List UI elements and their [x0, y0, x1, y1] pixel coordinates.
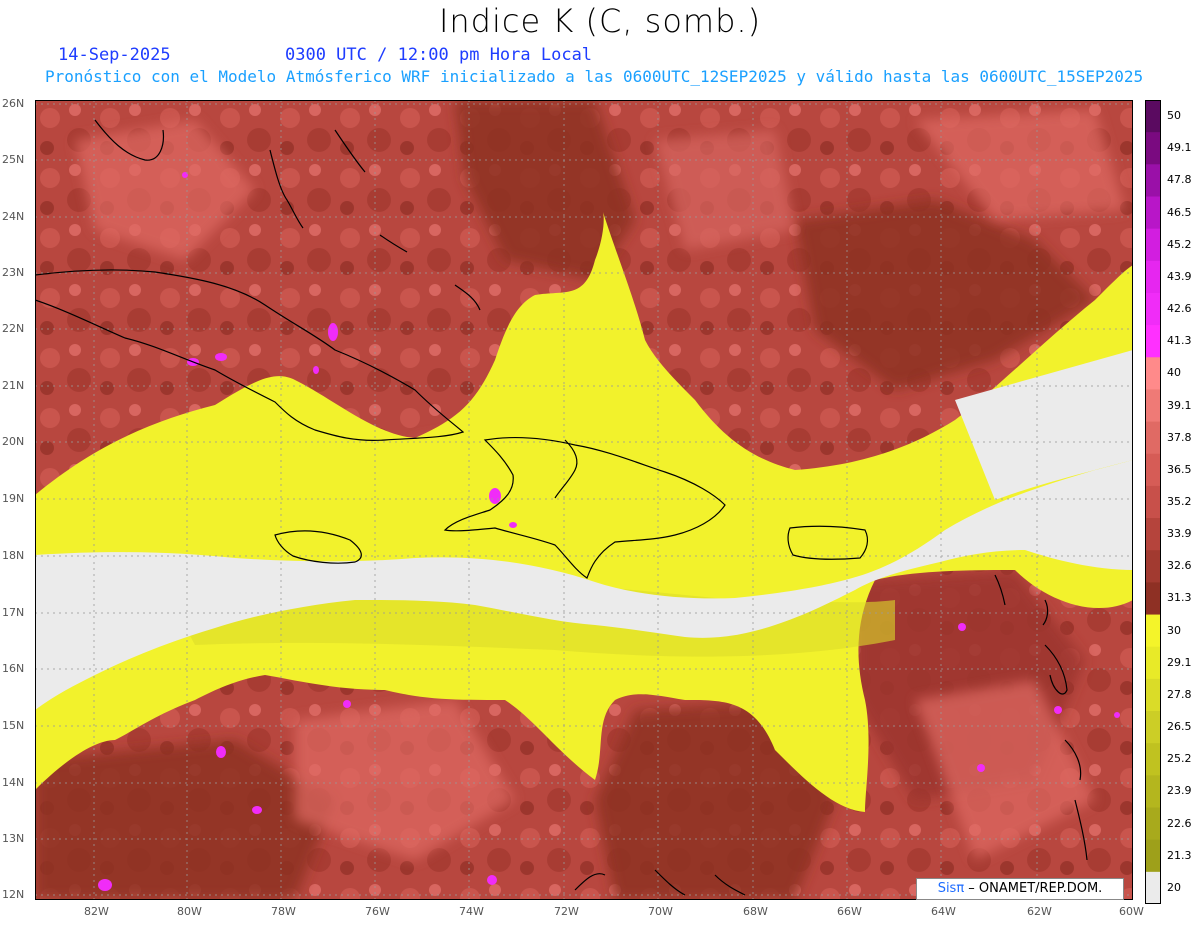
lon-label: 72W	[554, 905, 579, 918]
lon-label: 64W	[931, 905, 956, 918]
lon-label: 80W	[177, 905, 202, 918]
colorbar-label: 30	[1167, 623, 1181, 637]
lon-label: 62W	[1027, 905, 1052, 918]
lat-label: 20N	[2, 435, 25, 448]
colorbar-segment	[1145, 292, 1161, 326]
lat-label: 23N	[2, 266, 25, 279]
colorbar-label: 45.2	[1167, 237, 1192, 251]
colorbar-label: 22.6	[1167, 816, 1192, 830]
lon-label: 76W	[365, 905, 390, 918]
colorbar-label: 37.8	[1167, 430, 1192, 444]
lat-label: 16N	[2, 662, 25, 675]
colorbar-segment	[1145, 260, 1161, 294]
colorbar-label: 20	[1167, 880, 1181, 894]
colorbar-segment	[1145, 453, 1161, 487]
credit-text: – ONAMET/REP.DOM.	[964, 881, 1103, 896]
lon-label: 60W	[1119, 905, 1144, 918]
lat-label: 15N	[2, 719, 25, 732]
lon-label: 82W	[84, 905, 109, 918]
colorbar-segment	[1145, 550, 1161, 583]
colorbar-label: 36.5	[1167, 462, 1192, 476]
lat-label: 17N	[2, 606, 25, 619]
lon-label: 70W	[648, 905, 673, 918]
sispi-logo-text: Sisπ	[937, 881, 965, 896]
colorbar-label: 31.3	[1167, 591, 1192, 605]
colorbar-label: 27.8	[1167, 687, 1192, 701]
colorbar-label: 35.2	[1167, 495, 1192, 508]
colorbar-segment	[1145, 678, 1161, 712]
colorbar-label: 43.9	[1167, 269, 1192, 283]
colorbar-label: 47.8	[1167, 173, 1192, 187]
map-title: Indice K (C, somb.)	[438, 2, 762, 40]
lat-label: 14N	[2, 776, 25, 789]
lat-label: 13N	[2, 832, 25, 845]
k-index-map	[35, 100, 1133, 900]
colorbar-segment	[1145, 485, 1161, 519]
colorbar-label: 26.5	[1167, 720, 1192, 734]
lat-label: 12N	[2, 888, 25, 901]
colorbar-label: 39.1	[1167, 398, 1192, 412]
colorbar-segment	[1145, 228, 1161, 262]
lat-label: 21N	[2, 379, 25, 392]
colorbar-segment	[1145, 711, 1161, 744]
forecast-date: 14-Sep-2025	[58, 45, 171, 65]
colorbar-segment	[1145, 132, 1161, 165]
lon-label: 78W	[271, 905, 296, 918]
lat-label: 24N	[2, 210, 25, 223]
colorbar-label: 49.1	[1167, 141, 1192, 155]
lat-label: 22N	[2, 322, 25, 335]
colorbar-segment	[1145, 100, 1161, 133]
colorbar-label: 21.3	[1167, 848, 1192, 862]
colorbar-label: 29.1	[1167, 655, 1192, 669]
lat-label: 25N	[2, 153, 25, 166]
colorbar-segment	[1145, 614, 1161, 648]
colorbar-segment	[1145, 421, 1161, 455]
colorbar-label: 32.6	[1167, 559, 1192, 573]
colorbar-segment	[1145, 775, 1161, 809]
colorbar-segment	[1145, 871, 1161, 904]
lon-label: 74W	[459, 905, 484, 918]
lat-label: 18N	[2, 549, 25, 562]
colorbar-segment	[1145, 518, 1161, 551]
colorbar-segment	[1145, 743, 1161, 776]
colorbar-label: 46.5	[1167, 205, 1192, 219]
colorbar-label: 40	[1167, 366, 1181, 380]
colorbar-segment	[1145, 357, 1161, 390]
colorbar-label: 33.9	[1167, 527, 1192, 541]
lat-label: 19N	[2, 492, 25, 505]
forecast-subtitle: Pronóstico con el Modelo Atmósferico WRF…	[45, 67, 1144, 86]
colorbar-label: 50	[1167, 109, 1181, 123]
lon-label: 68W	[743, 905, 768, 918]
colorbar-segment	[1145, 807, 1161, 841]
colorbar-segment	[1145, 582, 1161, 616]
colorbar-segment	[1145, 196, 1161, 230]
lon-label: 66W	[837, 905, 862, 918]
colorbar-label: 41.3	[1167, 334, 1192, 348]
colorbar-label: 42.6	[1167, 302, 1192, 316]
colorbar-segment	[1145, 646, 1161, 680]
colorbar-segment	[1145, 389, 1161, 423]
colorbar-label: 25.2	[1167, 752, 1192, 766]
colorbar	[1145, 100, 1161, 904]
colorbar-segment	[1145, 325, 1161, 358]
forecast-time: 0300 UTC / 12:00 pm Hora Local	[285, 45, 593, 65]
colorbar-segment	[1145, 164, 1161, 197]
lat-label: 26N	[2, 97, 25, 110]
credit-box: Sisπ – ONAMET/REP.DOM.	[916, 878, 1124, 900]
colorbar-segment	[1145, 839, 1161, 873]
colorbar-label: 23.9	[1167, 784, 1192, 798]
